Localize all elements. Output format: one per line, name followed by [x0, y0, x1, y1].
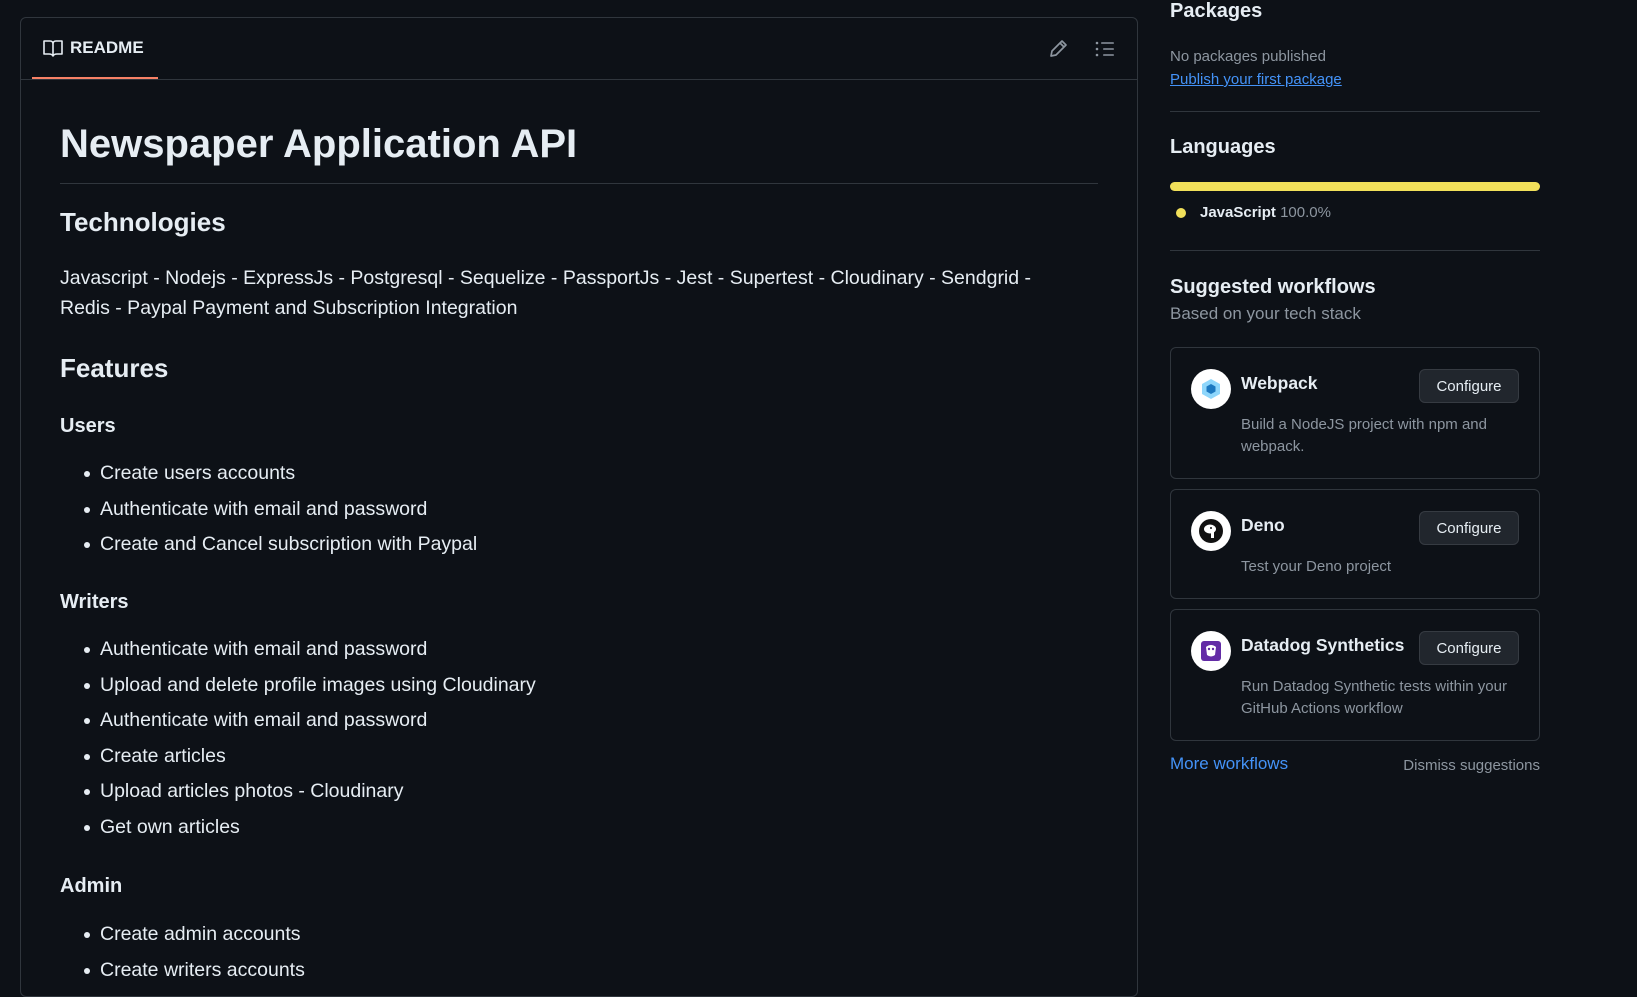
- list-item: Create articles: [60, 739, 536, 775]
- deno-icon: [1191, 511, 1231, 551]
- configure-button[interactable]: Configure: [1419, 511, 1519, 545]
- workflow-description: Test your Deno project: [1241, 558, 1392, 575]
- list-item: Upload articles photos - Cloudinary: [60, 774, 536, 810]
- technologies-text: Javascript - Nodejs - ExpressJs - Postgr…: [60, 267, 1032, 319]
- more-workflows-link[interactable]: More workflows: [1170, 754, 1288, 774]
- outline-list-icon[interactable]: [1094, 38, 1116, 60]
- languages-heading: Languages: [1170, 136, 1276, 158]
- workflow-name: Webpack: [1241, 373, 1318, 393]
- webpack-icon: [1191, 369, 1231, 409]
- list-item: Create admin accounts: [60, 917, 305, 953]
- edit-pencil-icon[interactable]: [1047, 38, 1069, 60]
- divider: [1170, 250, 1540, 251]
- users-heading: Users: [60, 415, 116, 437]
- workflow-description: Build a NodeJS project with npm and webp…: [1241, 416, 1487, 455]
- datadog-icon: [1191, 631, 1231, 671]
- packages-heading: Packages: [1170, 0, 1263, 22]
- admin-heading: Admin: [60, 875, 123, 897]
- workflow-card-deno: Deno Configure Test your Deno project: [1170, 489, 1540, 599]
- list-item: Authenticate with email and password: [60, 632, 536, 668]
- tab-readme[interactable]: README: [32, 18, 158, 79]
- divider: [1170, 111, 1540, 112]
- list-item: Authenticate with email and password: [60, 703, 536, 739]
- list-item: Upload and delete profile images using C…: [60, 668, 536, 704]
- readme-header: README: [21, 18, 1137, 80]
- list-item: Create users accounts: [60, 456, 477, 492]
- admin-list: Create admin accounts Create writers acc…: [60, 917, 305, 988]
- list-item: Authenticate with email and password: [60, 492, 477, 528]
- workflows-heading: Suggested workflows: [1170, 276, 1376, 298]
- list-item: Create writers accounts: [60, 953, 305, 989]
- configure-button[interactable]: Configure: [1419, 631, 1519, 665]
- workflow-card-datadog: Datadog Synthetics Configure Run Datadog…: [1170, 609, 1540, 741]
- workflow-name: Datadog Synthetics: [1241, 635, 1405, 655]
- publish-package-link[interactable]: Publish your first package: [1170, 71, 1342, 88]
- language-bar: [1170, 182, 1540, 191]
- javascript-color-dot: [1176, 208, 1186, 218]
- users-list: Create users accounts Authenticate with …: [60, 456, 477, 563]
- configure-button[interactable]: Configure: [1419, 369, 1519, 403]
- workflow-name: Deno: [1241, 515, 1285, 535]
- dismiss-suggestions-button[interactable]: Dismiss suggestions: [1403, 757, 1540, 774]
- workflow-description: Run Datadog Synthetic tests within your …: [1241, 678, 1507, 717]
- book-icon: [43, 40, 63, 57]
- readme-title: Newspaper Application API: [60, 120, 1098, 184]
- list-item: Create and Cancel subscription with Payp…: [60, 527, 477, 563]
- language-percent: 100.0%: [1280, 204, 1331, 221]
- no-packages-text: No packages published: [1170, 48, 1326, 65]
- features-heading: Features: [60, 353, 169, 383]
- writers-list: Authenticate with email and password Upl…: [60, 632, 536, 845]
- writers-heading: Writers: [60, 591, 129, 613]
- language-name: JavaScript: [1200, 204, 1276, 221]
- readme-tab-label: README: [70, 38, 144, 57]
- workflows-subheading: Based on your tech stack: [1170, 304, 1361, 323]
- technologies-heading: Technologies: [60, 207, 226, 237]
- list-item: Get own articles: [60, 810, 536, 846]
- workflow-card-webpack: Webpack Configure Build a NodeJS project…: [1170, 347, 1540, 479]
- language-item[interactable]: JavaScript 100.0%: [1200, 204, 1331, 221]
